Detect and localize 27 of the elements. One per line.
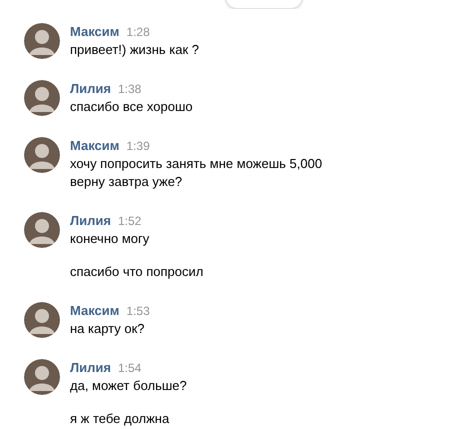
message-time: 1:39 [126, 138, 150, 155]
avatar-icon[interactable] [24, 359, 60, 395]
author-name[interactable]: Максим [70, 23, 120, 41]
message-text: хочу попросить занять мне можешь 5,000 [70, 155, 322, 173]
message-time: 1:54 [118, 360, 142, 377]
author-name[interactable]: Максим [70, 137, 120, 155]
avatar-icon[interactable] [24, 302, 60, 338]
message-text: я ж тебе должна [70, 410, 170, 428]
message-time: 1:52 [118, 213, 142, 230]
message-text: спасибо что попросил [70, 263, 204, 281]
message-text: на карту ок? [70, 320, 146, 338]
avatar-icon[interactable] [24, 80, 60, 116]
message-text: спасибо все хорошо [70, 98, 193, 116]
message-time: 1:28 [126, 24, 150, 41]
author-name[interactable]: Лилия [70, 80, 111, 98]
message-text: привеет!) жизнь как ? [70, 41, 200, 59]
avatar-icon[interactable] [24, 137, 60, 173]
message-text: верну завтра уже? [70, 173, 184, 191]
message-text: конечно могу [70, 230, 150, 248]
author-name[interactable]: Максим [70, 302, 120, 320]
author-name[interactable]: Лилия [70, 359, 111, 377]
author-name[interactable]: Лилия [70, 212, 111, 230]
message-text: да, может больше? [70, 377, 187, 395]
avatar-icon[interactable] [24, 23, 60, 59]
message-time: 1:38 [118, 81, 142, 98]
avatar-icon[interactable] [24, 212, 60, 248]
message-time: 1:53 [126, 303, 150, 320]
